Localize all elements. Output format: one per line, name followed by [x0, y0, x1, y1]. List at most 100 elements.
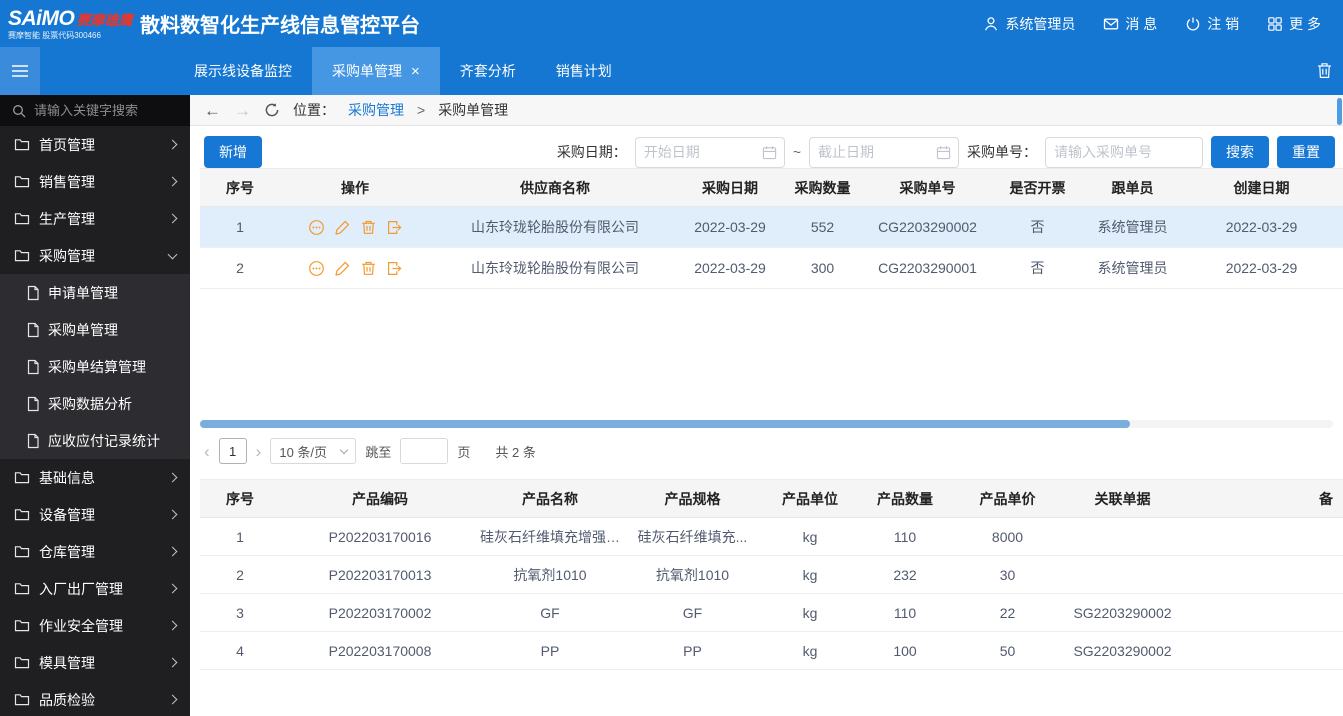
sidebar-subitem-purchase-settlement[interactable]: 采购单结算管理: [0, 348, 190, 385]
tab-purchase-order-management[interactable]: 采购单管理 ×: [312, 47, 440, 95]
table-row[interactable]: 4 P202203170008 PP PP kg 100 50 SG220329…: [200, 631, 1343, 670]
messages-button[interactable]: 消 息: [1103, 14, 1157, 34]
prev-page-button[interactable]: ‹: [204, 443, 210, 460]
cell-product-code: P202203170016: [280, 517, 480, 556]
search-icon: [12, 104, 26, 118]
jump-page-input[interactable]: [400, 438, 449, 464]
column-header-purchase-qty: 采购数量: [780, 168, 865, 207]
total-count-label: 共 2 条: [495, 444, 536, 460]
chevron-down-icon: [167, 249, 178, 259]
table-row[interactable]: 1 山东玲珑轮胎股份有限公司 2022-03-29 552 CG22032900…: [200, 206, 1343, 248]
back-icon[interactable]: ←: [204, 102, 221, 119]
page-size-select[interactable]: 10 条/页: [270, 438, 357, 464]
chevron-right-icon: [167, 657, 178, 668]
sidebar-item-work-safety[interactable]: 作业安全管理: [0, 607, 190, 644]
column-header-related-doc: 关联单据: [1060, 479, 1185, 518]
sidebar-item-entry-exit[interactable]: 入厂出厂管理: [0, 570, 190, 607]
sidebar-subitem-label: 采购数据分析: [48, 395, 132, 412]
cell-serial: 2: [200, 247, 280, 289]
cell-product-code: P202203170013: [280, 555, 480, 594]
reset-button[interactable]: 重置: [1277, 136, 1335, 168]
sidebar-item-quality-inspection[interactable]: 品质检验: [0, 681, 190, 716]
start-date-field: [634, 136, 785, 168]
delete-icon[interactable]: [360, 219, 377, 236]
cell-product-price: 22: [955, 593, 1060, 632]
chevron-right-icon: [167, 546, 178, 557]
horizontal-scrollbar[interactable]: [200, 420, 1333, 428]
cell-product-unit: kg: [765, 631, 855, 670]
sidebar-subitem-purchase-order[interactable]: 采购单管理: [0, 311, 190, 348]
filter-bar: 采购日期： ~ 采购单号： 搜索: [557, 136, 1335, 168]
vertical-scrollbar[interactable]: [1337, 98, 1342, 125]
page-number-button[interactable]: 1: [218, 438, 247, 464]
logout-label: 注 销: [1207, 15, 1240, 32]
close-icon[interactable]: ×: [411, 64, 420, 79]
tab-display-line-monitoring[interactable]: 展示线设备监控: [174, 47, 312, 95]
table-row[interactable]: 2 山东玲珑轮胎股份有限公司 2022-03-29 300 CG22032900…: [200, 247, 1343, 289]
sidebar-collapse-button[interactable]: [0, 47, 40, 95]
folder-icon: [14, 174, 30, 189]
user-name-label: 系统管理员: [1005, 15, 1076, 32]
export-icon[interactable]: [386, 219, 403, 236]
messages-label: 消 息: [1125, 15, 1158, 32]
sidebar-item-purchase[interactable]: 采购管理: [0, 237, 190, 274]
breadcrumb-parent-link[interactable]: 采购管理: [348, 100, 404, 120]
search-button[interactable]: 搜索: [1211, 136, 1269, 168]
export-icon[interactable]: [386, 260, 403, 277]
sidebar-subitem-apply-order[interactable]: 申请单管理: [0, 274, 190, 311]
cell-serial: 1: [200, 517, 280, 556]
table-row[interactable]: 2 P202203170013 抗氧剂1010 抗氧剂1010 kg 232 3…: [200, 555, 1343, 594]
sidebar-item-warehouse[interactable]: 仓库管理: [0, 533, 190, 570]
sidebar-subitem-receivable-payable-stats[interactable]: 应收应付记录统计: [0, 422, 190, 459]
column-header-supplier: 供应商名称: [430, 168, 680, 207]
more-icon[interactable]: [308, 219, 325, 236]
edit-icon[interactable]: [334, 260, 351, 277]
chevron-down-icon: [340, 445, 349, 454]
chevron-right-icon: [167, 139, 178, 150]
add-button[interactable]: 新增: [204, 136, 262, 168]
refresh-icon[interactable]: [264, 102, 280, 118]
logout-button[interactable]: 注 销: [1185, 14, 1239, 34]
sidebar-subitem-purchase-analysis[interactable]: 采购数据分析: [0, 385, 190, 422]
cell-product-name: 硅灰石纤维填充增强PP: [480, 517, 620, 556]
start-date-input[interactable]: [634, 136, 785, 168]
sidebar-item-production[interactable]: 生产管理: [0, 200, 190, 237]
breadcrumb-separator: >: [417, 102, 426, 118]
more-icon[interactable]: [308, 260, 325, 277]
sidebar-search[interactable]: [0, 95, 190, 126]
breadcrumb-bar: ← → 位置： 采购管理 > 采购单管理: [190, 95, 1343, 126]
sidebar-item-mold[interactable]: 模具管理: [0, 644, 190, 681]
forward-icon[interactable]: →: [234, 102, 251, 119]
column-header-created-date: 创建日期: [1180, 168, 1343, 207]
cell-actions: [280, 247, 430, 289]
sidebar-item-sales[interactable]: 销售管理: [0, 163, 190, 200]
sidebar-search-input[interactable]: [34, 103, 190, 118]
table-row[interactable]: 1 P202203170016 硅灰石纤维填充增强PP 硅灰石纤维填充... k…: [200, 517, 1343, 556]
next-page-button[interactable]: ›: [256, 443, 262, 460]
sidebar-item-label: 作业安全管理: [39, 617, 123, 634]
more-button[interactable]: 更 多: [1267, 14, 1321, 34]
sidebar-item-equipment[interactable]: 设备管理: [0, 496, 190, 533]
products-table-zone: 序号 产品编码 产品名称 产品规格 产品单位 产品数量 产品单价 关联单据 备 …: [190, 479, 1343, 670]
delete-icon[interactable]: [360, 260, 377, 277]
column-header-product-spec: 产品规格: [620, 479, 765, 518]
end-date-input[interactable]: [809, 136, 959, 168]
cell-remark: [1185, 517, 1343, 556]
sidebar-subitem-label: 应收应付记录统计: [48, 432, 160, 449]
clear-tabs-button[interactable]: [1317, 62, 1332, 79]
cell-order-no: CG2203290002: [865, 206, 990, 248]
tab-kitting-analysis[interactable]: 齐套分析: [440, 47, 536, 95]
mail-icon: [1103, 16, 1119, 32]
scrollbar-thumb[interactable]: [200, 420, 1130, 428]
tab-sales-plan[interactable]: 销售计划: [536, 47, 632, 95]
cell-agent: 系统管理员: [1085, 206, 1180, 248]
cell-product-qty: 100: [855, 631, 955, 670]
user-menu[interactable]: 系统管理员: [983, 14, 1075, 34]
table-row[interactable]: 3 P202203170002 GF GF kg 110 22 SG220329…: [200, 593, 1343, 632]
sidebar-item-basic-info[interactable]: 基础信息: [0, 459, 190, 496]
order-no-input[interactable]: [1045, 136, 1203, 168]
edit-icon[interactable]: [334, 219, 351, 236]
date-range-separator: ~: [792, 144, 801, 160]
sidebar-item-home[interactable]: 首页管理: [0, 126, 190, 163]
cell-serial: 3: [200, 593, 280, 632]
